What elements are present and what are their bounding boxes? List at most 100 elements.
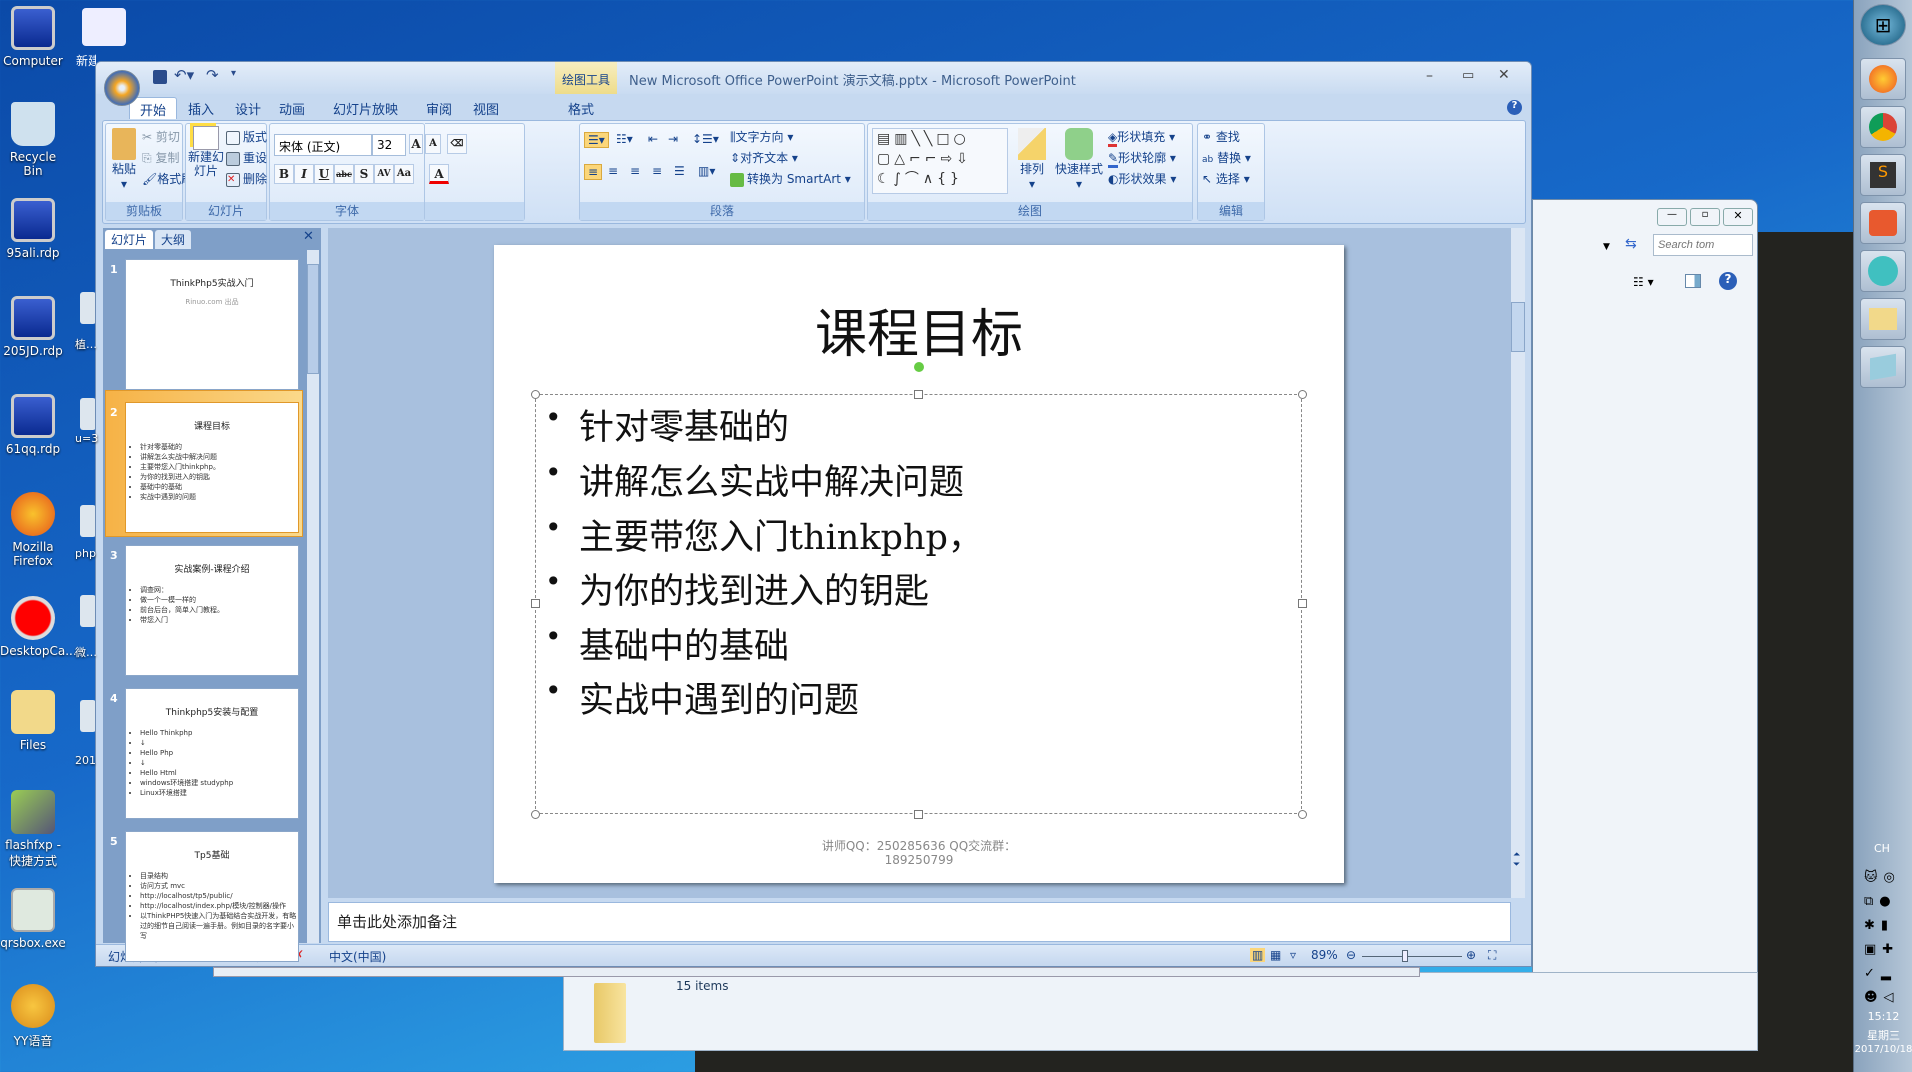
align-center-button[interactable]: ≡ [608,164,618,178]
slide-thumbnail[interactable]: ThinkPhp5实战入门 Rinuo.com 出品 [125,259,299,390]
tab-outline[interactable]: 大纲 [155,230,192,249]
search-input[interactable] [1653,234,1753,256]
character-spacing-button[interactable]: AV [374,164,394,184]
desktop-icon-qrsbox[interactable]: qrsbox.exe [0,888,66,950]
new-slide-button[interactable]: 新建幻灯片 [188,126,224,178]
save-icon[interactable] [153,70,167,84]
resize-handle[interactable] [1298,390,1307,399]
replace-button[interactable]: ab 替换 ▾ [1202,149,1251,166]
tab-review[interactable]: 审阅 [416,97,462,119]
desktop-icon-partial[interactable] [80,505,96,537]
desktop-icon-firefox[interactable]: Mozilla Firefox [0,492,66,568]
slide-thumbnail[interactable]: 课程目标针对零基础的讲解怎么实战中解决问题主要带您入门thinkphp。为你的找… [125,402,299,533]
font-color-button[interactable]: A [429,164,449,184]
arrange-button[interactable]: 排列 ▾ [1014,128,1050,191]
desktop-icon-rdp[interactable]: 61qq.rdp [0,394,66,456]
maximize-button[interactable]: ▭ [1462,68,1474,83]
close-button[interactable]: ✕ [1498,67,1510,83]
resize-handle[interactable] [531,390,540,399]
clock-time[interactable]: 15:12 [1854,1010,1912,1023]
resize-handle[interactable] [1298,599,1307,608]
columns-button[interactable]: ▥▾ [698,164,715,178]
previous-slide-button[interactable]: ⏶ ⏷ [1513,850,1520,870]
tab-insert[interactable]: 插入 [178,97,224,119]
close-button[interactable]: ✕ [1723,208,1753,226]
cut-button[interactable]: ✂ 剪切 [142,128,180,145]
slideshow-button[interactable]: ▿ [1290,948,1296,962]
start-button[interactable]: ⊞ [1860,4,1906,46]
resize-handle[interactable] [914,810,923,819]
decrease-indent-button[interactable]: ⇤ [648,132,658,146]
preview-pane-icon[interactable] [1685,274,1701,288]
desktop-icon-partial[interactable] [80,700,96,732]
maximize-button[interactable]: ▫ [1690,208,1720,226]
desktop-icon-desktopcapture[interactable]: DesktopCa... [0,596,77,658]
resize-handle[interactable] [914,390,923,399]
view-options-icon[interactable]: ☷ ▾ [1633,275,1654,289]
change-case-button[interactable]: Aa [394,164,414,184]
minimize-button[interactable]: – [1426,68,1433,84]
desktop-icon-rdp[interactable]: 95ali.rdp [0,198,66,260]
language[interactable]: 中文(中国) [329,948,386,965]
desktop-icon-partial[interactable] [80,595,96,627]
close-panel-icon[interactable]: ✕ [303,229,314,244]
zoom-level[interactable]: 89% [1311,948,1338,962]
desktop-icon-recycle-bin[interactable]: Recycle Bin [0,102,66,178]
tab-animations[interactable]: 动画 [269,97,315,119]
taskbar-explorer[interactable] [1860,298,1906,340]
shape-fill-button[interactable]: ◈形状填充 ▾ [1108,128,1175,147]
taskbar-powerpoint[interactable] [1860,202,1906,244]
refresh-icon[interactable]: ⇆ [1625,236,1637,252]
find-button[interactable]: ⚭ 查找 [1202,128,1240,145]
desktop-icon-yy[interactable]: YY语音 [0,984,66,1049]
increase-indent-button[interactable]: ⇥ [668,132,678,146]
font-size-select[interactable]: 32 [372,134,406,156]
clear-formatting-button[interactable]: ⌫ [447,134,467,154]
text-direction-button[interactable]: ⫼文字方向 ▾ [730,128,793,145]
desktop-icon-partial[interactable] [80,292,96,324]
tray-icons[interactable]: 🐱◎ ⧉● ✱▮ ▣✚ ✓▂ ☻◁ [1864,866,1904,1010]
slide-thumbnail[interactable]: Tp5基础目录结构访问方式 mvchttp://localhost/tp5/pu… [125,831,299,962]
notes-pane[interactable]: 单击此处添加备注 [328,902,1511,942]
office-button[interactable] [104,70,140,106]
zoom-slider-thumb[interactable] [1402,950,1409,962]
undo-icon[interactable]: ↶▾ [174,66,194,84]
desktop-icon-computer[interactable]: Computer [0,6,66,68]
shrink-font-button[interactable]: A [425,134,441,154]
shapes-gallery[interactable]: ▤▥╲╲□○ ▢△⌐⌐⇨⇩ ☾∫⌒∧{} [872,128,1008,194]
slide-thumbnail[interactable]: 实战案例-课程介绍调查网：做一个一模一样的前台后台，简单入门教程。带您入门 [125,545,299,676]
tab-slideshow[interactable]: 幻灯片放映 [323,97,408,119]
tab-view[interactable]: 视图 [463,97,509,119]
shape-outline-button[interactable]: ✎形状轮廓 ▾ [1108,149,1176,168]
convert-smartart-button[interactable]: 转换为 SmartArt ▾ [730,170,851,187]
fit-to-window-button[interactable]: ⛶ [1488,948,1496,963]
desktop-icon-partial[interactable] [80,398,96,430]
desktop-icon-flashfxp[interactable]: flashfxp - 快捷方式 [0,790,66,869]
clock-weekday[interactable]: 星期三 [1854,1027,1912,1043]
normal-view-button[interactable]: ▥ [1250,948,1266,962]
taskbar-app[interactable] [1860,250,1906,292]
taskbar-app[interactable] [1860,346,1906,388]
resize-handle[interactable] [1298,810,1307,819]
desktop-icon-partial[interactable] [82,8,126,46]
zoom-in-button[interactable]: ⊕ [1466,948,1476,962]
delete-button[interactable]: ✕ 删除 [226,170,267,187]
desktop-icon-files[interactable]: Files [0,690,66,752]
address-dropdown-icon[interactable]: ▼ [1603,242,1610,252]
distributed-button[interactable]: ☰ [674,164,685,178]
resize-handle[interactable] [531,599,540,608]
align-text-button[interactable]: ⇕对齐文本 ▾ [730,149,798,166]
taskbar-firefox[interactable] [1860,58,1906,100]
justify-button[interactable]: ≡ [652,164,662,178]
desktop-icon-rdp[interactable]: 205JD.rdp [0,296,66,358]
bullets-button[interactable]: ☰▾ [584,132,609,148]
panel-scrollbar[interactable] [307,250,319,943]
copy-button[interactable]: ⎘ 复制 [142,149,179,166]
strikethrough-button[interactable]: abc [334,164,354,184]
select-button[interactable]: ↖ 选择 ▾ [1202,170,1250,187]
quick-styles-button[interactable]: 快速样式 ▾ [1054,128,1104,191]
minimize-button[interactable]: — [1657,208,1687,226]
italic-button[interactable]: I [294,164,314,184]
tab-slides[interactable]: 幻灯片 [105,230,154,249]
grow-font-button[interactable]: A [409,134,423,154]
